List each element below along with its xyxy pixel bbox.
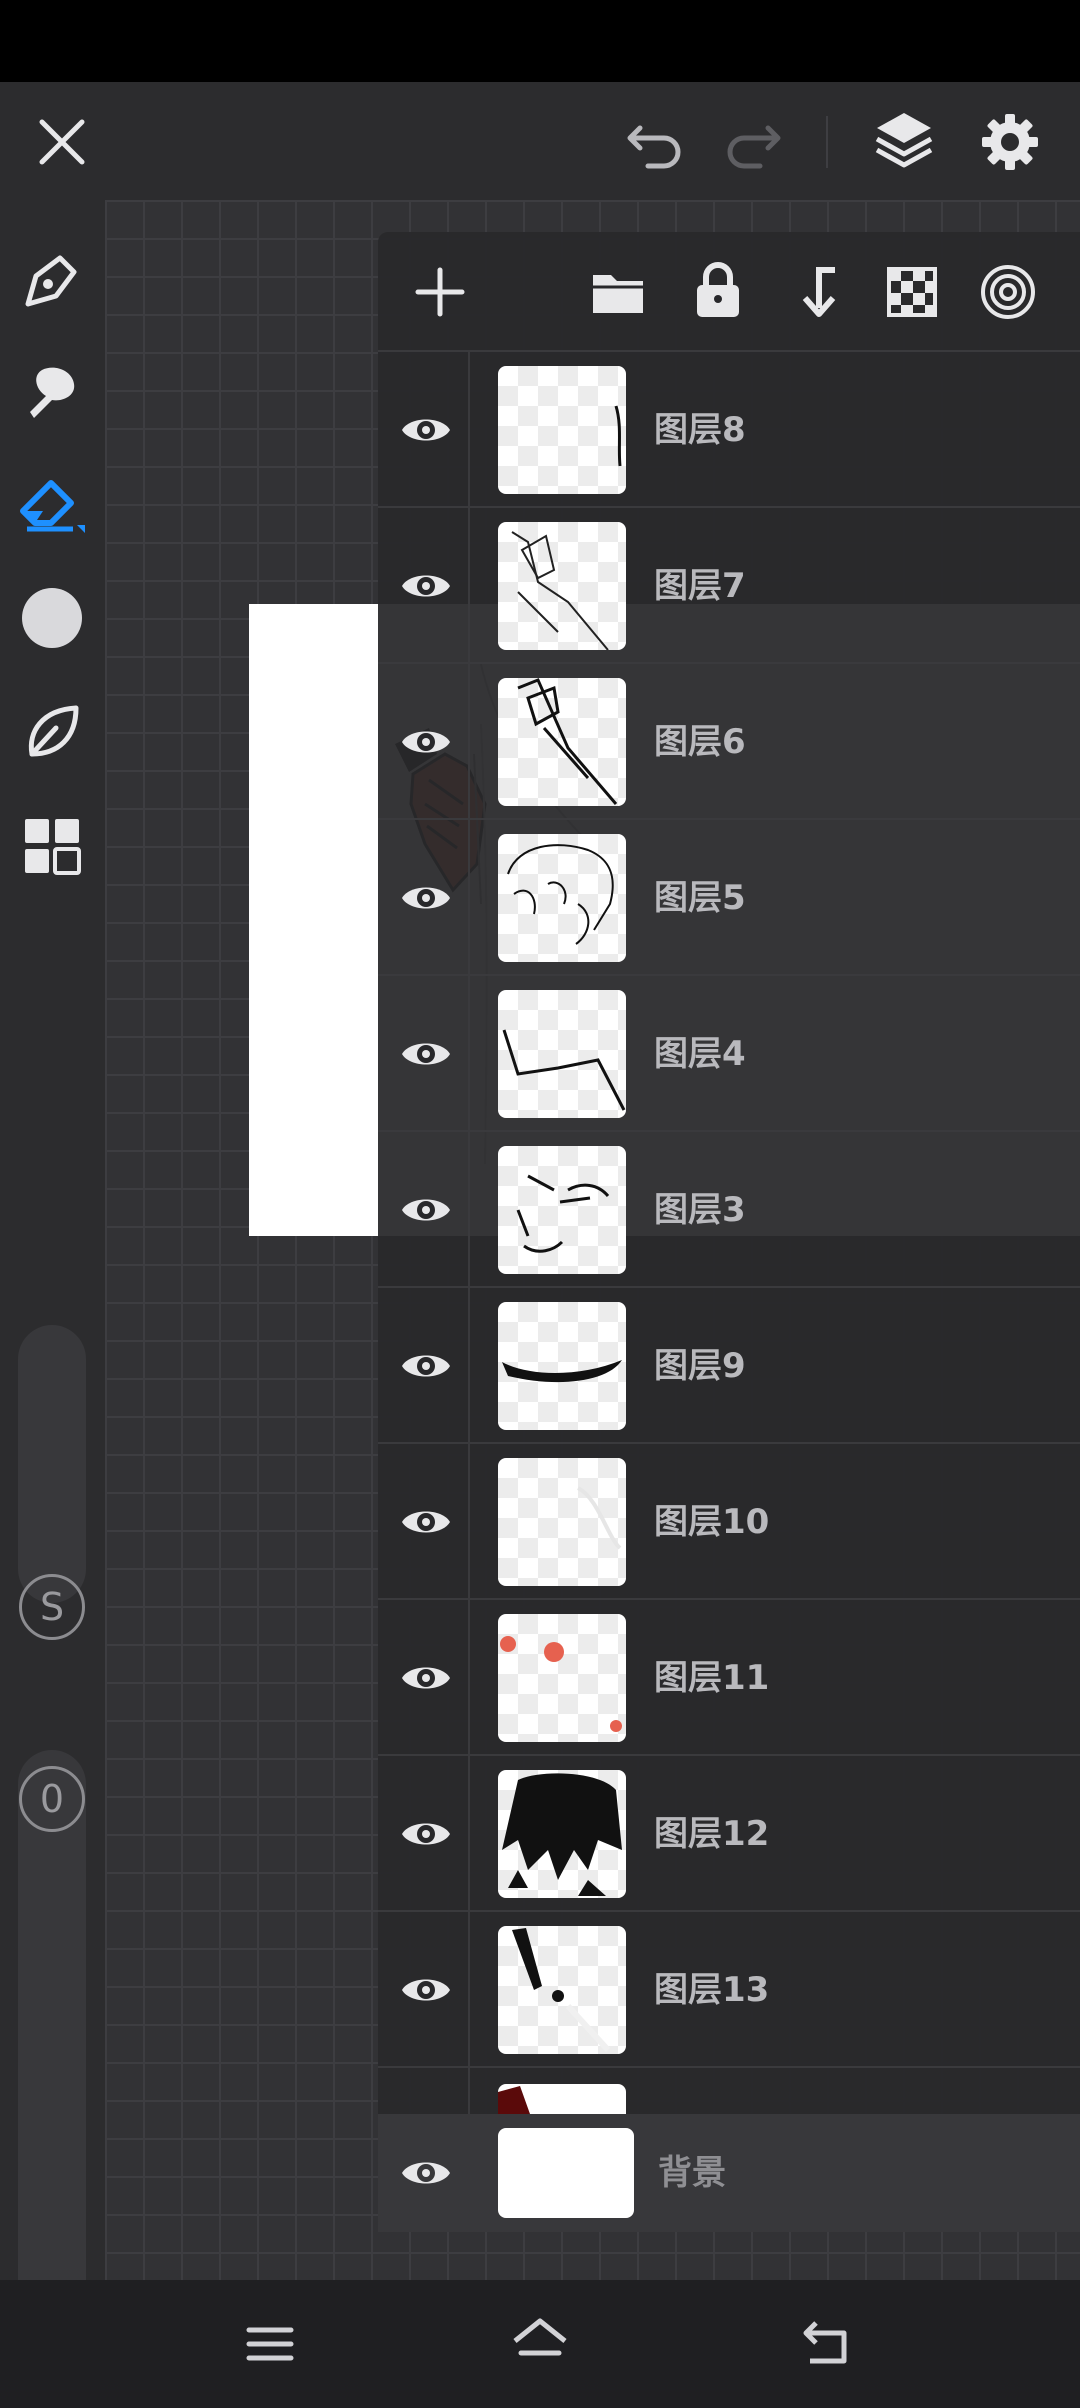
home-icon[interactable] — [510, 2312, 570, 2372]
layer-name: 图层12 — [654, 1814, 770, 1854]
close-icon[interactable] — [30, 110, 94, 174]
eye-icon[interactable] — [398, 1962, 454, 2018]
redo-icon[interactable] — [720, 110, 784, 174]
background-layer-name: 背景 — [658, 2153, 726, 2193]
transparency-icon[interactable] — [884, 264, 940, 320]
add-layer-icon[interactable] — [412, 264, 468, 320]
eye-icon[interactable] — [398, 714, 454, 770]
layer-row[interactable]: 图层8 — [378, 352, 1080, 508]
gear-icon[interactable] — [976, 108, 1044, 176]
back-icon[interactable] — [796, 2312, 856, 2372]
layer-row[interactable]: 图层12 — [378, 1756, 1080, 1912]
layers-icon[interactable] — [870, 106, 938, 174]
layer-thumbnail — [498, 1146, 626, 1274]
layer-name: 图层6 — [654, 722, 746, 762]
eye-icon[interactable] — [398, 870, 454, 926]
size-slider[interactable] — [18, 1325, 86, 1603]
grid-menu-icon[interactable] — [18, 812, 86, 880]
opacity-slider[interactable] — [18, 1750, 86, 2338]
smudge-tool-icon[interactable] — [18, 358, 86, 426]
eye-icon[interactable] — [398, 1338, 454, 1394]
lock-icon[interactable] — [690, 260, 746, 320]
layer-row[interactable]: 图层11 — [378, 1600, 1080, 1756]
layer-row[interactable]: 图层9 — [378, 1288, 1080, 1444]
status-bar — [0, 0, 1080, 82]
target-icon[interactable] — [978, 262, 1038, 322]
drawing-app: S 0 图层8 图层7 图层6 图层5 图层4 图层3 图层9 图层10 图层1… — [0, 0, 1080, 2408]
layer-row[interactable]: 图层5 — [378, 820, 1080, 976]
layer-row[interactable]: 图层4 — [378, 976, 1080, 1132]
layer-thumbnail — [498, 1458, 626, 1586]
layer-row[interactable]: 图层6 — [378, 664, 1080, 820]
layer-name: 图层8 — [654, 410, 746, 450]
eye-icon[interactable] — [398, 402, 454, 458]
layer-name: 图层4 — [654, 1034, 746, 1074]
size-label: S — [19, 1574, 85, 1640]
left-toolbar: S 0 — [0, 200, 105, 2338]
toolbar-divider — [826, 116, 828, 168]
layer-name: 图层9 — [654, 1346, 746, 1386]
eye-icon[interactable] — [398, 1182, 454, 1238]
layer-row[interactable]: 图层3 — [378, 1132, 1080, 1288]
background-layer-row[interactable]: 背景 — [378, 2114, 1080, 2232]
eye-icon[interactable] — [398, 1026, 454, 1082]
layer-thumbnail — [498, 1770, 626, 1898]
layer-name: 图层10 — [654, 1502, 770, 1542]
layer-name: 图层3 — [654, 1190, 746, 1230]
layer-thumbnail — [498, 522, 626, 650]
eye-icon[interactable] — [398, 1494, 454, 1550]
partial-layer-thumbnail — [498, 2084, 626, 2114]
layers-panel: 图层8 图层7 图层6 图层5 图层4 图层3 图层9 图层10 图层11 图层12 图层13 背景 — [378, 232, 1080, 2232]
layer-thumbnail — [498, 1614, 626, 1742]
layer-thumbnail — [498, 366, 626, 494]
layer-thumbnail — [498, 678, 626, 806]
color-picker-icon[interactable] — [18, 584, 86, 652]
layer-name: 图层5 — [654, 878, 746, 918]
background-layer-thumbnail — [498, 2128, 634, 2218]
layer-thumbnail — [498, 1302, 626, 1430]
eye-icon[interactable] — [398, 1650, 454, 1706]
layer-name: 图层13 — [654, 1970, 770, 2010]
layer-thumbnail — [498, 834, 626, 962]
layer-row[interactable]: 图层10 — [378, 1444, 1080, 1600]
menu-icon[interactable] — [240, 2314, 300, 2374]
layer-row[interactable]: 图层7 — [378, 508, 1080, 664]
system-nav-bar — [0, 2280, 1080, 2408]
layer-thumbnail — [498, 990, 626, 1118]
leaf-brush-icon[interactable] — [18, 698, 86, 766]
eye-icon[interactable] — [398, 558, 454, 614]
folder-icon[interactable] — [588, 264, 648, 320]
top-toolbar — [0, 82, 1080, 206]
eye-icon[interactable] — [398, 2145, 454, 2201]
opacity-label: 0 — [19, 1766, 85, 1832]
layer-name: 图层7 — [654, 566, 746, 606]
layer-row[interactable]: 图层13 — [378, 1912, 1080, 2068]
layer-thumbnail — [498, 1926, 626, 2054]
layers-panel-header — [378, 232, 1080, 352]
pen-tool-icon[interactable] — [18, 246, 86, 314]
eraser-tool-icon[interactable] — [16, 468, 88, 540]
eye-icon[interactable] — [398, 1806, 454, 1862]
merge-down-icon[interactable] — [788, 262, 844, 322]
layer-name: 图层11 — [654, 1658, 770, 1698]
undo-icon[interactable] — [624, 110, 688, 174]
